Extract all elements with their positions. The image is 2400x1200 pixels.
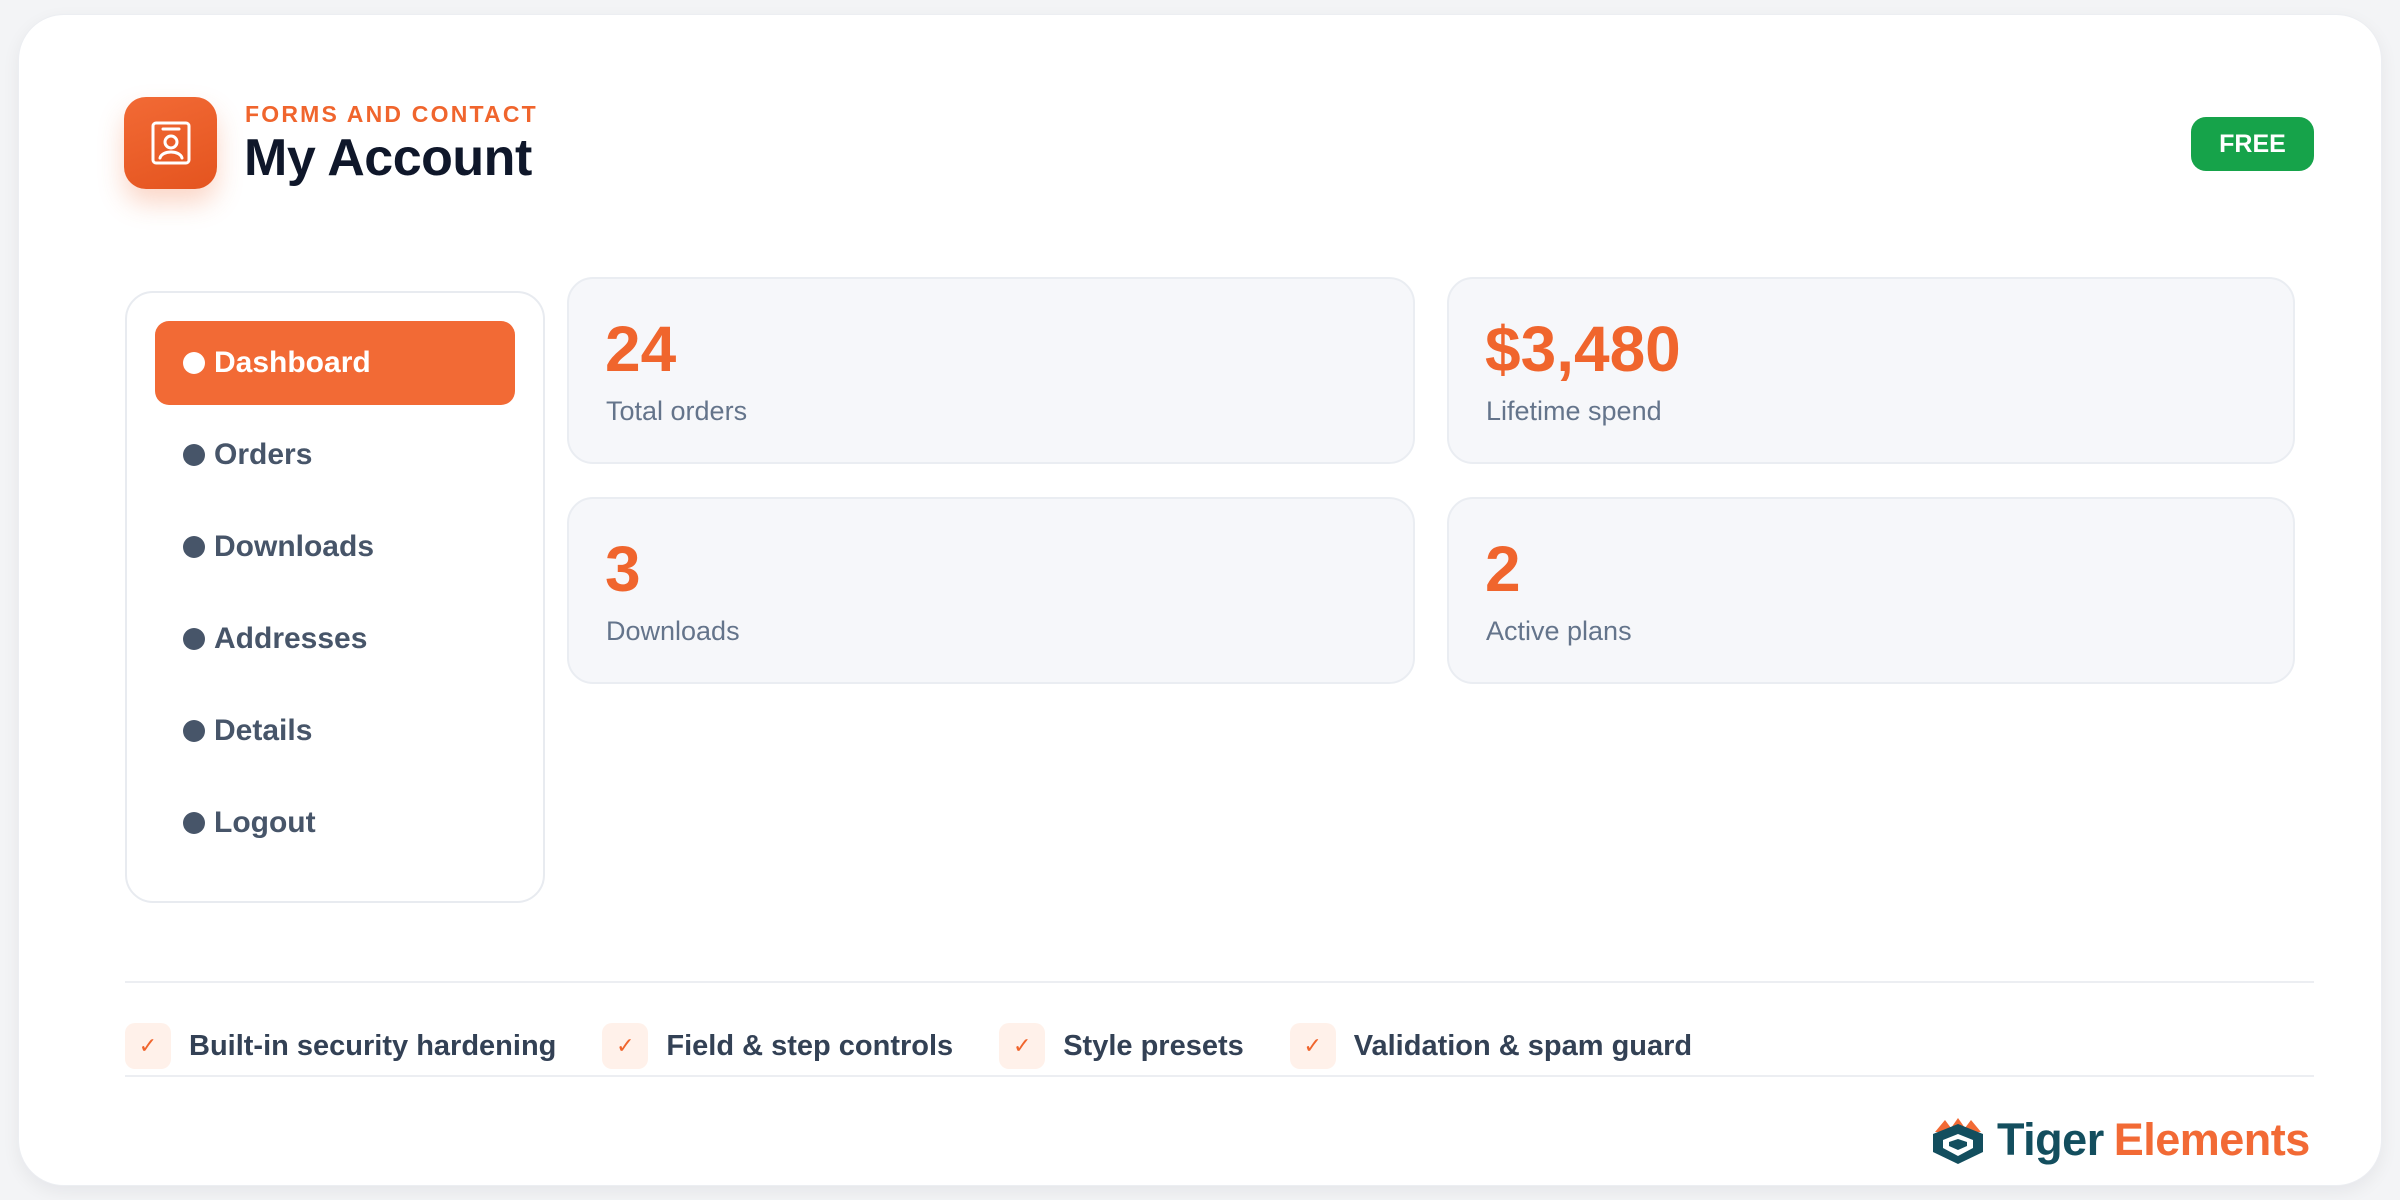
sidebar-item-label: Dashboard (214, 346, 371, 379)
feature-list: ✓ Built-in security hardening ✓ Field & … (125, 1021, 1738, 1071)
sidebar-item-details[interactable]: Details (155, 689, 515, 773)
feature-label: Built-in security hardening (189, 1029, 557, 1062)
bullet-icon (183, 812, 205, 834)
sidebar-item-label: Logout (214, 806, 316, 839)
stat-label: Active plans (1486, 616, 1632, 646)
account-card: FORMS AND CONTACT My Account FREE Dashbo… (18, 14, 2382, 1186)
feature-item: ✓ Field & step controls (602, 1023, 953, 1069)
feature-item: ✓ Style presets (999, 1023, 1244, 1069)
tiger-logo-icon (1933, 1118, 1983, 1164)
bullet-icon (183, 444, 205, 466)
sidebar-item-logout[interactable]: Logout (155, 781, 515, 865)
stat-value: 2 (1485, 533, 1521, 605)
brand-word-elements: Elements (2113, 1114, 2311, 1165)
stat-label: Lifetime spend (1486, 396, 1662, 426)
feature-item: ✓ Built-in security hardening (125, 1023, 556, 1069)
stat-card-lifetime-spend: $3,480 Lifetime spend (1447, 277, 2295, 464)
bullet-icon (183, 536, 205, 558)
feature-label: Field & step controls (666, 1029, 954, 1062)
divider (125, 981, 2314, 983)
feature-label: Validation & spam guard (1353, 1029, 1693, 1062)
sidebar-item-downloads[interactable]: Downloads (155, 505, 515, 589)
feature-item: ✓ Validation & spam guard (1289, 1023, 1693, 1069)
sidebar-item-orders[interactable]: Orders (155, 413, 515, 497)
sidebar-item-dashboard[interactable]: Dashboard (155, 321, 515, 405)
stat-card-total-orders: 24 Total orders (567, 277, 1415, 464)
divider (125, 1075, 2314, 1077)
check-icon: ✓ (602, 1023, 649, 1069)
bullet-icon (183, 720, 205, 742)
brand-logo: Tiger Elements (1929, 1108, 2310, 1172)
free-badge: FREE (2191, 117, 2314, 171)
contact-card-icon (124, 97, 217, 189)
page-eyebrow: FORMS AND CONTACT (245, 101, 538, 127)
sidebar-item-label: Orders (214, 438, 313, 471)
account-sidebar: Dashboard Orders Downloads Addresses Det… (125, 291, 545, 903)
check-icon: ✓ (125, 1023, 171, 1069)
sidebar-item-label: Addresses (214, 622, 368, 655)
stat-label: Total orders (606, 396, 748, 426)
check-icon: ✓ (999, 1023, 1046, 1069)
bullet-icon (183, 352, 205, 374)
stat-label: Downloads (606, 616, 740, 646)
bullet-icon (183, 628, 205, 650)
sidebar-item-label: Details (214, 714, 313, 747)
stat-value: 3 (605, 533, 641, 605)
stat-value: 24 (605, 313, 677, 385)
brand-word-tiger: Tiger (1997, 1114, 2104, 1165)
sidebar-item-label: Downloads (214, 530, 375, 563)
stat-card-downloads: 3 Downloads (567, 497, 1415, 684)
feature-label: Style presets (1063, 1029, 1244, 1062)
sidebar-item-addresses[interactable]: Addresses (155, 597, 515, 681)
stat-value: $3,480 (1485, 313, 1681, 385)
check-icon: ✓ (1289, 1023, 1336, 1069)
page-title: My Account (244, 129, 532, 187)
stat-card-active-plans: 2 Active plans (1447, 497, 2295, 684)
